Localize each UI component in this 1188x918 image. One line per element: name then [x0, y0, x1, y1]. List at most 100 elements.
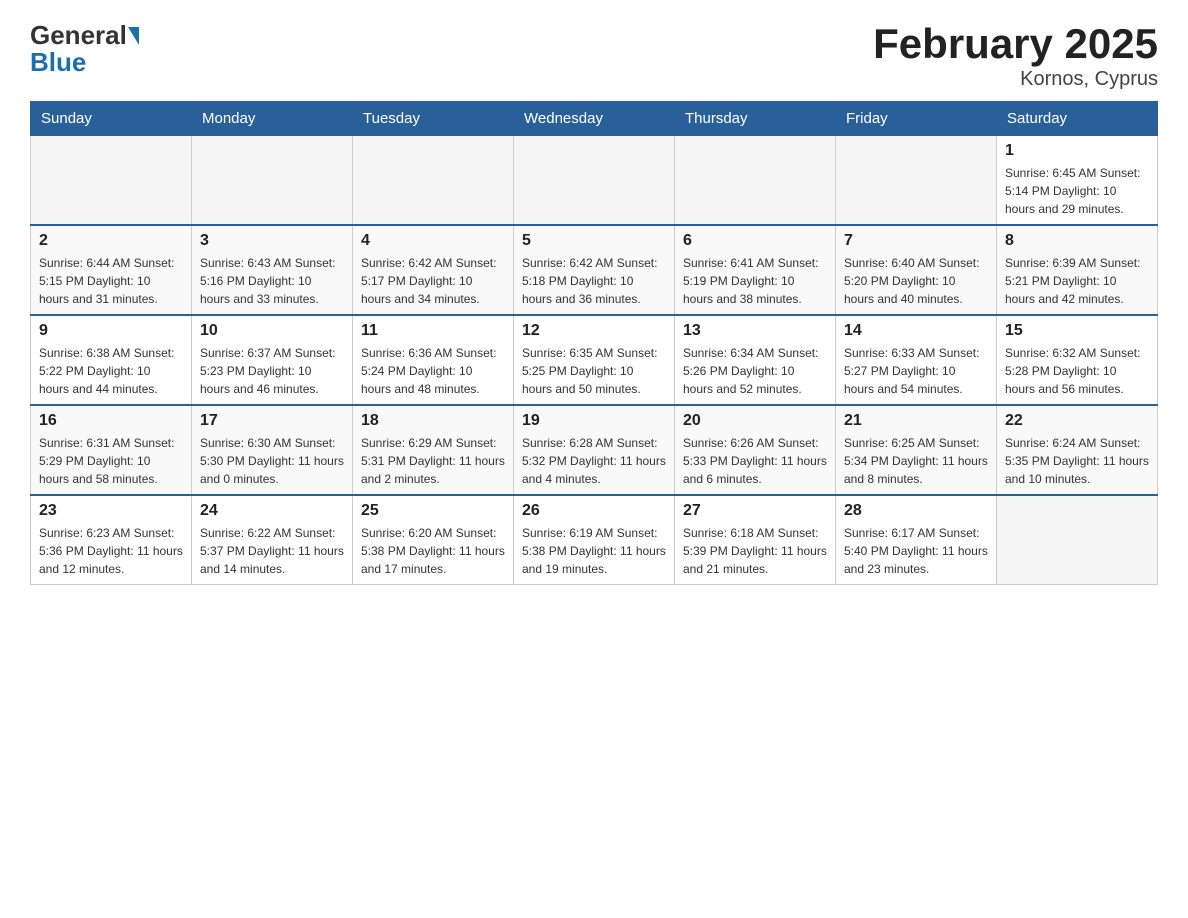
calendar-cell: 15 Sunrise: 6:32 AM Sunset: 5:28 PM Dayli…	[997, 315, 1158, 405]
day-info: Sunrise: 6:38 AM Sunset: 5:22 PM Dayligh…	[39, 344, 183, 398]
day-info: Sunrise: 6:29 AM Sunset: 5:31 PM Dayligh…	[361, 434, 505, 488]
day-info: Sunrise: 6:42 AM Sunset: 5:18 PM Dayligh…	[522, 254, 666, 308]
calendar-cell	[192, 136, 353, 226]
calendar-cell: 1 Sunrise: 6:45 AM Sunset: 5:14 PM Daylig…	[997, 136, 1158, 226]
logo-blue: Blue	[30, 47, 86, 78]
day-info: Sunrise: 6:26 AM Sunset: 5:33 PM Dayligh…	[683, 434, 827, 488]
calendar-cell: 26 Sunrise: 6:19 AM Sunset: 5:38 PM Dayli…	[514, 495, 675, 585]
calendar-cell: 24 Sunrise: 6:22 AM Sunset: 5:37 PM Dayli…	[192, 495, 353, 585]
calendar-cell: 27Sunrise: 6:18 AM Sunset: 5:39 PM Dayli…	[675, 495, 836, 585]
day-number: 9	[39, 322, 183, 340]
logo: General Blue	[30, 20, 139, 78]
day-number: 15	[1005, 322, 1149, 340]
calendar-cell: 28 Sunrise: 6:17 AM Sunset: 5:40 PM Dayli…	[836, 495, 997, 585]
calendar-cell: 5 Sunrise: 6:42 AM Sunset: 5:18 PM Daylig…	[514, 225, 675, 315]
calendar-table: SundayMondayTuesdayWednesdayThursdayFrid…	[30, 101, 1158, 585]
calendar-cell: 18Sunrise: 6:29 AM Sunset: 5:31 PM Dayli…	[353, 405, 514, 495]
calendar-cell: 6 Sunrise: 6:41 AM Sunset: 5:19 PM Daylig…	[675, 225, 836, 315]
day-info: Sunrise: 6:17 AM Sunset: 5:40 PM Dayligh…	[844, 524, 988, 578]
day-number: 28	[844, 502, 988, 520]
day-info: Sunrise: 6:34 AM Sunset: 5:26 PM Dayligh…	[683, 344, 827, 398]
calendar-cell	[31, 136, 192, 226]
day-number: 11	[361, 322, 505, 340]
day-of-week-header: Monday	[192, 102, 353, 136]
calendar-cell: 10 Sunrise: 6:37 AM Sunset: 5:23 PM Dayli…	[192, 315, 353, 405]
day-info: Sunrise: 6:45 AM Sunset: 5:14 PM Dayligh…	[1005, 164, 1149, 218]
calendar-week-row: 23 Sunrise: 6:23 AM Sunset: 5:36 PM Dayli…	[31, 495, 1158, 585]
day-of-week-header: Thursday	[675, 102, 836, 136]
day-number: 10	[200, 322, 344, 340]
calendar-cell: 11 Sunrise: 6:36 AM Sunset: 5:24 PM Dayli…	[353, 315, 514, 405]
calendar-cell: 4 Sunrise: 6:42 AM Sunset: 5:17 PM Daylig…	[353, 225, 514, 315]
calendar-cell: 25 Sunrise: 6:20 AM Sunset: 5:38 PM Dayli…	[353, 495, 514, 585]
day-info: Sunrise: 6:33 AM Sunset: 5:27 PM Dayligh…	[844, 344, 988, 398]
day-info: Sunrise: 6:24 AM Sunset: 5:35 PM Dayligh…	[1005, 434, 1149, 488]
calendar-cell	[997, 495, 1158, 585]
day-number: 21	[844, 412, 988, 430]
day-info: Sunrise: 6:30 AM Sunset: 5:30 PM Dayligh…	[200, 434, 344, 488]
day-info: Sunrise: 6:23 AM Sunset: 5:36 PM Dayligh…	[39, 524, 183, 578]
calendar-cell: 17 Sunrise: 6:30 AM Sunset: 5:30 PM Dayli…	[192, 405, 353, 495]
calendar-cell	[514, 136, 675, 226]
day-of-week-header: Sunday	[31, 102, 192, 136]
day-number: 14	[844, 322, 988, 340]
calendar-cell: 12Sunrise: 6:35 AM Sunset: 5:25 PM Dayli…	[514, 315, 675, 405]
day-number: 8	[1005, 232, 1149, 250]
day-of-week-header: Tuesday	[353, 102, 514, 136]
calendar-week-row: 9 Sunrise: 6:38 AM Sunset: 5:22 PM Daylig…	[31, 315, 1158, 405]
day-info: Sunrise: 6:40 AM Sunset: 5:20 PM Dayligh…	[844, 254, 988, 308]
calendar-cell: 23 Sunrise: 6:23 AM Sunset: 5:36 PM Dayli…	[31, 495, 192, 585]
day-of-week-header: Wednesday	[514, 102, 675, 136]
calendar-week-row: 1 Sunrise: 6:45 AM Sunset: 5:14 PM Daylig…	[31, 136, 1158, 226]
day-number: 24	[200, 502, 344, 520]
calendar-cell: 20 Sunrise: 6:26 AM Sunset: 5:33 PM Dayli…	[675, 405, 836, 495]
day-info: Sunrise: 6:44 AM Sunset: 5:15 PM Dayligh…	[39, 254, 183, 308]
calendar-cell: 19 Sunrise: 6:28 AM Sunset: 5:32 PM Dayli…	[514, 405, 675, 495]
day-info: Sunrise: 6:36 AM Sunset: 5:24 PM Dayligh…	[361, 344, 505, 398]
day-info: Sunrise: 6:32 AM Sunset: 5:28 PM Dayligh…	[1005, 344, 1149, 398]
day-info: Sunrise: 6:41 AM Sunset: 5:19 PM Dayligh…	[683, 254, 827, 308]
calendar-cell	[675, 136, 836, 226]
day-number: 22	[1005, 412, 1149, 430]
calendar-cell: 22 Sunrise: 6:24 AM Sunset: 5:35 PM Dayli…	[997, 405, 1158, 495]
calendar-cell: 3 Sunrise: 6:43 AM Sunset: 5:16 PM Daylig…	[192, 225, 353, 315]
calendar-cell: 14 Sunrise: 6:33 AM Sunset: 5:27 PM Dayli…	[836, 315, 997, 405]
day-info: Sunrise: 6:37 AM Sunset: 5:23 PM Dayligh…	[200, 344, 344, 398]
calendar-cell: 2 Sunrise: 6:44 AM Sunset: 5:15 PM Daylig…	[31, 225, 192, 315]
day-info: Sunrise: 6:22 AM Sunset: 5:37 PM Dayligh…	[200, 524, 344, 578]
day-number: 2	[39, 232, 183, 250]
day-info: Sunrise: 6:42 AM Sunset: 5:17 PM Dayligh…	[361, 254, 505, 308]
calendar-week-row: 2 Sunrise: 6:44 AM Sunset: 5:15 PM Daylig…	[31, 225, 1158, 315]
calendar-cell: 16Sunrise: 6:31 AM Sunset: 5:29 PM Dayli…	[31, 405, 192, 495]
day-info: Sunrise: 6:19 AM Sunset: 5:38 PM Dayligh…	[522, 524, 666, 578]
day-info: Sunrise: 6:31 AM Sunset: 5:29 PM Dayligh…	[39, 434, 183, 488]
day-number: 25	[361, 502, 505, 520]
day-number: 26	[522, 502, 666, 520]
day-number: 1	[1005, 142, 1149, 160]
day-number: 5	[522, 232, 666, 250]
day-number: 6	[683, 232, 827, 250]
calendar-subtitle: Kornos, Cyprus	[873, 68, 1158, 91]
calendar-header-row: SundayMondayTuesdayWednesdayThursdayFrid…	[31, 102, 1158, 136]
day-number: 17	[200, 412, 344, 430]
calendar-week-row: 16Sunrise: 6:31 AM Sunset: 5:29 PM Dayli…	[31, 405, 1158, 495]
day-info: Sunrise: 6:35 AM Sunset: 5:25 PM Dayligh…	[522, 344, 666, 398]
page-header: General Blue February 2025 Kornos, Cypru…	[30, 20, 1158, 91]
day-number: 3	[200, 232, 344, 250]
calendar-cell: 7 Sunrise: 6:40 AM Sunset: 5:20 PM Daylig…	[836, 225, 997, 315]
calendar-cell	[353, 136, 514, 226]
day-info: Sunrise: 6:43 AM Sunset: 5:16 PM Dayligh…	[200, 254, 344, 308]
day-info: Sunrise: 6:28 AM Sunset: 5:32 PM Dayligh…	[522, 434, 666, 488]
day-info: Sunrise: 6:20 AM Sunset: 5:38 PM Dayligh…	[361, 524, 505, 578]
calendar-cell: 13Sunrise: 6:34 AM Sunset: 5:26 PM Dayli…	[675, 315, 836, 405]
day-number: 23	[39, 502, 183, 520]
calendar-cell: 8 Sunrise: 6:39 AM Sunset: 5:21 PM Daylig…	[997, 225, 1158, 315]
title-block: February 2025 Kornos, Cyprus	[873, 20, 1158, 91]
day-number: 7	[844, 232, 988, 250]
calendar-title: February 2025	[873, 20, 1158, 68]
day-number: 19	[522, 412, 666, 430]
day-number: 20	[683, 412, 827, 430]
day-number: 4	[361, 232, 505, 250]
day-info: Sunrise: 6:39 AM Sunset: 5:21 PM Dayligh…	[1005, 254, 1149, 308]
calendar-cell	[836, 136, 997, 226]
